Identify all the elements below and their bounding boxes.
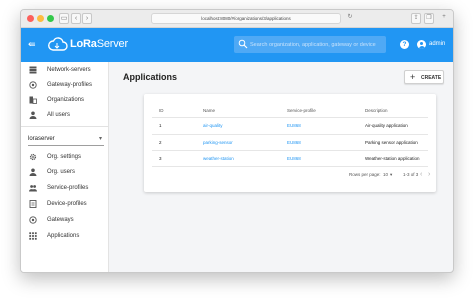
column-header-service-profile: Service-profile — [287, 108, 316, 113]
cell-description: Air-quality application — [365, 123, 408, 128]
apps-grid-icon — [29, 232, 37, 240]
sidebar-item-label: Org. users — [47, 169, 76, 175]
sidebar-item-gateway-profiles[interactable]: Gateway-profiles — [21, 78, 109, 92]
radio-tower-icon — [29, 216, 37, 224]
main-content: Applications + CREATE ID Name Service-pr… — [109, 62, 453, 272]
next-page-icon[interactable]: › — [428, 171, 430, 179]
sidebar-item-label: All users — [47, 112, 71, 118]
organization-select[interactable]: loraserver ▾ — [28, 132, 104, 146]
sidebar-toggle-icon[interactable]: ▭ — [59, 13, 69, 24]
sidebar-item-label: Device-profiles — [47, 201, 87, 207]
brand-light: Server — [96, 38, 128, 50]
sidebar-item-network-servers[interactable]: Network-servers — [21, 63, 109, 77]
browser-window: ▭ ‹ › localhost:8080/#/organizations/3/a… — [20, 9, 454, 273]
applications-table-card: ID Name Service-profile Description 1 ai… — [144, 94, 436, 192]
sidebar-item-gateways[interactable]: Gateways — [21, 213, 109, 227]
application-name-link[interactable]: air-quality — [203, 123, 223, 129]
reload-icon[interactable]: ↻ — [345, 13, 355, 24]
search-icon — [238, 39, 248, 49]
gear-icon — [29, 153, 37, 161]
browser-titlebar: ▭ ‹ › localhost:8080/#/organizations/3/a… — [21, 10, 453, 28]
create-button[interactable]: + CREATE — [404, 70, 444, 84]
sidebar-item-applications[interactable]: Applications — [21, 229, 109, 243]
search-box[interactable] — [234, 36, 386, 53]
cell-id: 3 — [159, 156, 162, 161]
cell-description: Parking sensor application — [365, 140, 418, 145]
maximize-window-button[interactable] — [47, 15, 54, 22]
column-header-description: Description — [365, 108, 388, 113]
sidebar-divider — [21, 126, 109, 127]
sidebar-item-org-settings[interactable]: Org. settings — [21, 150, 109, 164]
search-input[interactable] — [250, 38, 382, 51]
sidebar-item-label: Gateway-profiles — [47, 82, 93, 88]
plus-icon: + — [410, 72, 416, 82]
application-name-link[interactable]: parking-sensor — [203, 140, 233, 146]
cell-id: 2 — [159, 140, 162, 145]
cell-description: Weather-station application — [365, 156, 420, 161]
brand-bold: LoRa — [70, 38, 97, 50]
sidebar-item-label: Gateways — [47, 217, 74, 223]
menu-collapse-icon[interactable]: ⇚ — [28, 40, 37, 49]
help-icon[interactable]: ? — [400, 40, 409, 49]
application-name-link[interactable]: weather-station — [203, 156, 234, 162]
sidebar-item-service-profiles[interactable]: Service-profiles — [21, 181, 109, 195]
radio-tower-icon — [29, 81, 37, 89]
lora-cloud-logo-icon — [48, 37, 68, 51]
sidebar-item-label: Organizations — [47, 97, 85, 103]
table-divider — [152, 150, 428, 151]
tabs-icon[interactable]: ❐ — [424, 13, 434, 24]
table-divider — [152, 166, 428, 167]
people-icon — [29, 185, 37, 192]
sidebar-item-label: Org. settings — [47, 154, 82, 160]
column-header-name: Name — [203, 108, 216, 113]
previous-page-icon[interactable]: ‹ — [420, 171, 422, 179]
cell-id: 1 — [159, 123, 162, 128]
service-profile-link[interactable]: EU868 — [287, 156, 301, 162]
app-bar: ⇚ LoRaServer ? admin — [21, 28, 453, 62]
create-button-label: CREATE — [421, 75, 442, 81]
user-name[interactable]: admin — [429, 40, 445, 49]
service-profile-link[interactable]: EU868 — [287, 140, 301, 146]
address-bar[interactable]: localhost:8080/#/organizations/3/applica… — [151, 13, 341, 24]
page-title: Applications — [123, 72, 178, 82]
sidebar-item-all-users[interactable]: All users — [21, 108, 109, 122]
domain-icon — [29, 96, 37, 104]
sidebar-item-label: Service-profiles — [47, 185, 89, 191]
chevron-down-icon[interactable]: ▾ — [390, 172, 392, 178]
forward-arrow-icon[interactable]: › — [82, 13, 92, 24]
minimize-window-button[interactable] — [37, 15, 44, 22]
account-icon[interactable] — [417, 40, 426, 49]
table-divider — [152, 134, 428, 135]
sidebar-item-device-profiles[interactable]: Device-profiles — [21, 197, 109, 211]
table-divider — [152, 117, 428, 118]
brand-logo[interactable]: LoRaServer — [70, 38, 128, 51]
close-window-button[interactable] — [27, 15, 34, 22]
sidebar-item-label: Network-servers — [47, 67, 91, 73]
sidebar-item-organizations[interactable]: Organizations — [21, 93, 109, 107]
pagination-range: 1-3 of 3 — [403, 172, 419, 177]
rows-per-page-select[interactable]: 10 — [383, 172, 388, 178]
server-icon — [29, 66, 37, 74]
sidebar: Network-servers Gateway-profiles Organiz… — [21, 62, 109, 272]
sidebar-item-label: Applications — [47, 233, 80, 239]
person-icon — [29, 168, 37, 176]
share-icon[interactable]: ⇪ — [411, 13, 421, 24]
document-icon — [29, 200, 37, 208]
back-arrow-icon[interactable]: ‹ — [71, 13, 81, 24]
organization-select-value: loraserver — [28, 136, 55, 142]
column-header-id: ID — [159, 108, 164, 113]
chevron-down-icon: ▾ — [98, 136, 102, 142]
new-tab-icon[interactable]: + — [439, 13, 449, 24]
sidebar-item-org-users[interactable]: Org. users — [21, 165, 109, 179]
rows-per-page-label: Rows per page: — [349, 172, 381, 177]
service-profile-link[interactable]: EU868 — [287, 123, 301, 129]
person-icon — [29, 111, 37, 119]
